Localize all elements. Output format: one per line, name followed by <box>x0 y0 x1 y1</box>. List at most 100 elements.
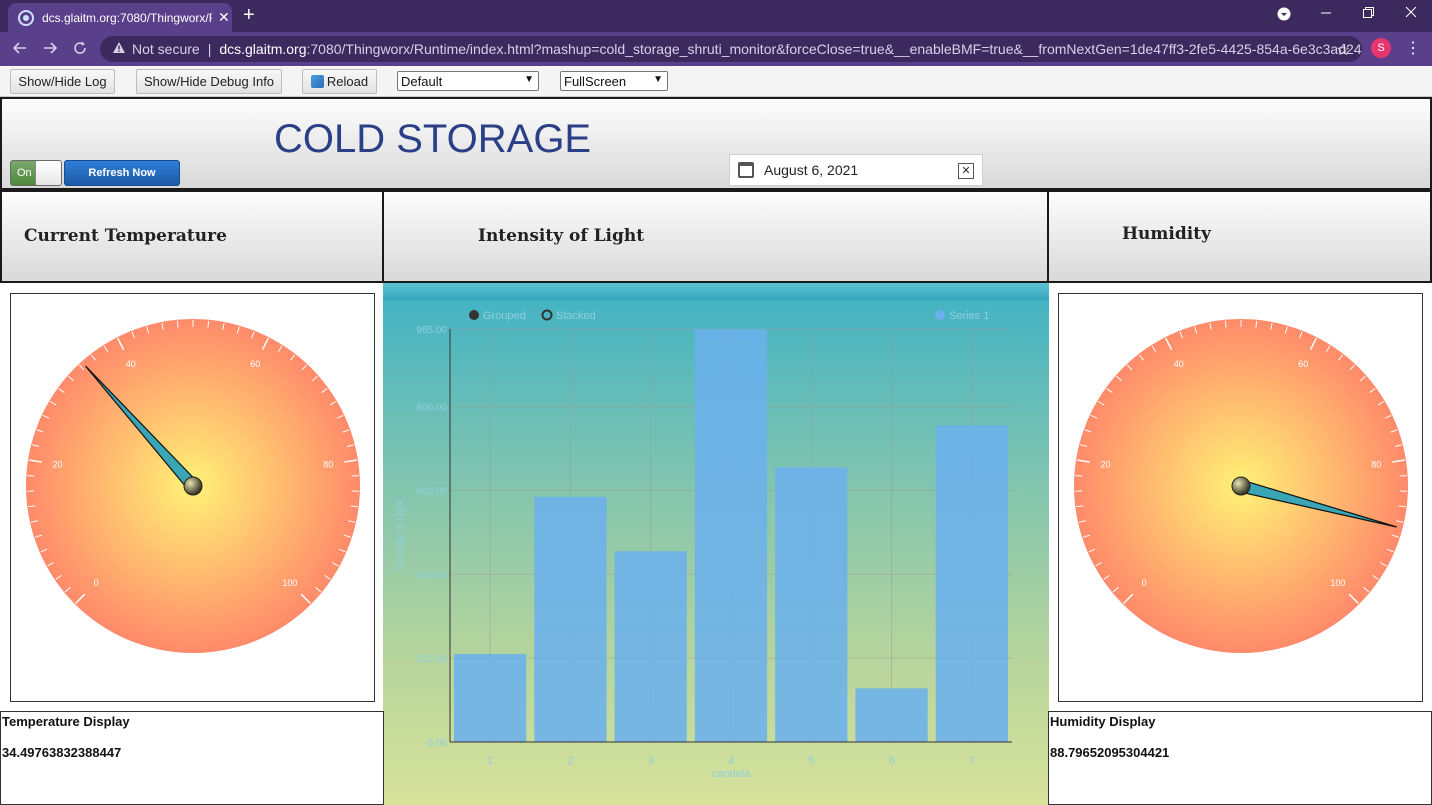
warning-icon <box>112 41 126 57</box>
temperature-display: Temperature Display 34.49763832388447 <box>0 711 384 805</box>
stacked-radio[interactable] <box>541 309 553 321</box>
reload-icon <box>310 75 324 88</box>
light-section-header: Intensity of Light <box>382 190 1049 283</box>
browser-menu-icon[interactable]: ⋮ <box>1405 38 1421 58</box>
y-axis-label: Intensity of Light <box>395 499 406 572</box>
date-value: August 6, 2021 <box>764 162 859 178</box>
light-intensity-chart-panel: Grouped Stacked Series 1 0.00 200.00 400.00 60… <box>383 283 1049 805</box>
back-icon[interactable] <box>12 40 28 61</box>
gauge-hub <box>183 476 203 496</box>
x-axis-label: candela <box>712 768 751 780</box>
reload-page-icon[interactable] <box>72 40 88 61</box>
light-section-title: Intensity of Light <box>478 226 645 246</box>
calendar-icon[interactable] <box>738 162 754 178</box>
address-bar-row: Not secure | dcs.glaitm.org :7080/Thingw… <box>0 32 1432 66</box>
stacked-label: Stacked <box>556 310 596 322</box>
gauge-tick-label: 40 <box>126 359 136 369</box>
gauge-tick-label: 40 <box>1174 359 1184 369</box>
gauge-tick-label: 100 <box>282 578 297 588</box>
url-host: dcs.glaitm.org <box>219 41 307 57</box>
restore-icon[interactable] <box>1362 5 1374 22</box>
y-tick-label: 200.00 <box>416 654 447 665</box>
humidity-gauge: 0 20 40 60 80 100 <box>1074 319 1408 653</box>
gauge-tick-label: 20 <box>53 460 63 470</box>
site-favicon-icon <box>18 9 34 26</box>
bar-2[interactable] <box>534 496 607 742</box>
y-tick-label: 985.00 <box>416 325 447 336</box>
page-title: COLD STORAGE <box>274 117 592 161</box>
series-legend-label: Series 1 <box>949 310 989 322</box>
date-picker[interactable]: August 6, 2021 ✕ <box>729 154 983 186</box>
bar-1[interactable] <box>454 653 527 742</box>
light-intensity-bar-chart: Grouped Stacked Series 1 0.00 200.00 400.00 60… <box>395 309 1012 780</box>
gauge-hub <box>1231 476 1251 496</box>
gauge-tick-label: 60 <box>250 359 260 369</box>
gauge-tick-label: 0 <box>1142 578 1147 588</box>
theme-select[interactable]: Default ▼ <box>397 71 539 91</box>
screen-mode-select[interactable]: FullScreen ▼ <box>560 71 668 91</box>
refresh-now-button[interactable]: Refresh Now <box>64 160 180 186</box>
tab-title: dcs.glaitm.org:7080/Thingworx/R <box>42 10 212 25</box>
x-tick-label: 1 <box>487 755 493 767</box>
x-tick-label: 3 <box>648 755 654 767</box>
new-tab-button[interactable]: + <box>243 4 255 27</box>
bar-5[interactable] <box>775 467 848 742</box>
browser-tab[interactable]: dcs.glaitm.org:7080/Thingworx/R ✕ <box>8 3 232 32</box>
gauge-tick-label: 80 <box>1371 460 1381 470</box>
url-separator: | <box>207 41 212 57</box>
bar-6[interactable] <box>855 688 928 742</box>
url-path: :7080/Thingworx/Runtime/index.html?mashu… <box>306 41 1363 57</box>
series-legend-marker <box>935 310 945 320</box>
close-window-icon[interactable] <box>1405 5 1417 22</box>
x-tick-label: 5 <box>808 755 814 767</box>
tab-search-icon[interactable] <box>1277 7 1291 24</box>
gauge-tick-label: 0 <box>94 578 99 588</box>
auto-refresh-toggle[interactable]: On <box>10 160 62 186</box>
humidity-section-header: Humidity <box>1047 190 1432 283</box>
mashup-header: COLD STORAGE On Refresh Now August 6, 20… <box>0 97 1432 190</box>
temperature-section-header: Current Temperature <box>0 190 384 283</box>
profile-avatar[interactable]: S <box>1371 38 1391 58</box>
temperature-section-title: Current Temperature <box>24 226 227 246</box>
x-tick-label: 4 <box>728 755 734 767</box>
x-tick-label: 6 <box>889 755 895 767</box>
bar-3[interactable] <box>614 551 687 742</box>
gauge-tick <box>1255 320 1258 328</box>
grouped-radio[interactable] <box>469 310 479 320</box>
temperature-display-title: Temperature Display <box>2 714 130 729</box>
gauge-tick <box>1224 320 1227 328</box>
browser-tab-strip: dcs.glaitm.org:7080/Thingworx/R ✕ + <box>0 0 1432 32</box>
y-tick-label: 800.00 <box>416 403 447 414</box>
grouped-label: Grouped <box>483 310 526 322</box>
screen-mode-value: FullScreen <box>564 73 627 89</box>
toggle-knob <box>35 161 61 185</box>
runtime-toolbar: Show/Hide Log Show/Hide Debug Info Reloa… <box>0 66 1432 97</box>
not-secure-label[interactable]: Not secure <box>132 41 200 57</box>
close-tab-icon[interactable]: ✕ <box>218 9 230 26</box>
chevron-down-icon: ▼ <box>524 74 534 85</box>
bar-7[interactable] <box>935 425 1008 742</box>
gauge-tick <box>207 320 210 328</box>
show-hide-debug-button[interactable]: Show/Hide Debug Info <box>136 69 282 94</box>
forward-icon[interactable] <box>42 40 58 61</box>
y-tick-label: 600.00 <box>416 486 447 497</box>
humidity-section-title: Humidity <box>1122 224 1211 244</box>
bookmark-star-icon[interactable]: ☆ <box>1336 40 1350 60</box>
theme-select-value: Default <box>401 73 443 89</box>
reload-button[interactable]: Reload <box>302 69 377 94</box>
humidity-display: Humidity Display 88.79652095304421 <box>1048 711 1432 805</box>
gauge-tick <box>176 320 179 328</box>
show-hide-log-button[interactable]: Show/Hide Log <box>10 69 115 94</box>
x-tick-label: 2 <box>567 755 573 767</box>
gauge-tick-label: 60 <box>1298 359 1308 369</box>
y-tick-label: 400.00 <box>416 570 447 581</box>
toggle-label: On <box>17 167 32 179</box>
temperature-gauge: 0 20 40 60 80 100 <box>26 319 360 653</box>
x-tick-label: 7 <box>969 755 975 767</box>
minimize-icon[interactable] <box>1320 5 1332 22</box>
clear-date-icon[interactable]: ✕ <box>958 163 974 179</box>
humidity-display-title: Humidity Display <box>1050 714 1156 729</box>
url-field[interactable]: Not secure | dcs.glaitm.org :7080/Thingw… <box>100 36 1362 62</box>
bar-4[interactable] <box>694 329 768 742</box>
gauge-tick-label: 20 <box>1101 460 1111 470</box>
